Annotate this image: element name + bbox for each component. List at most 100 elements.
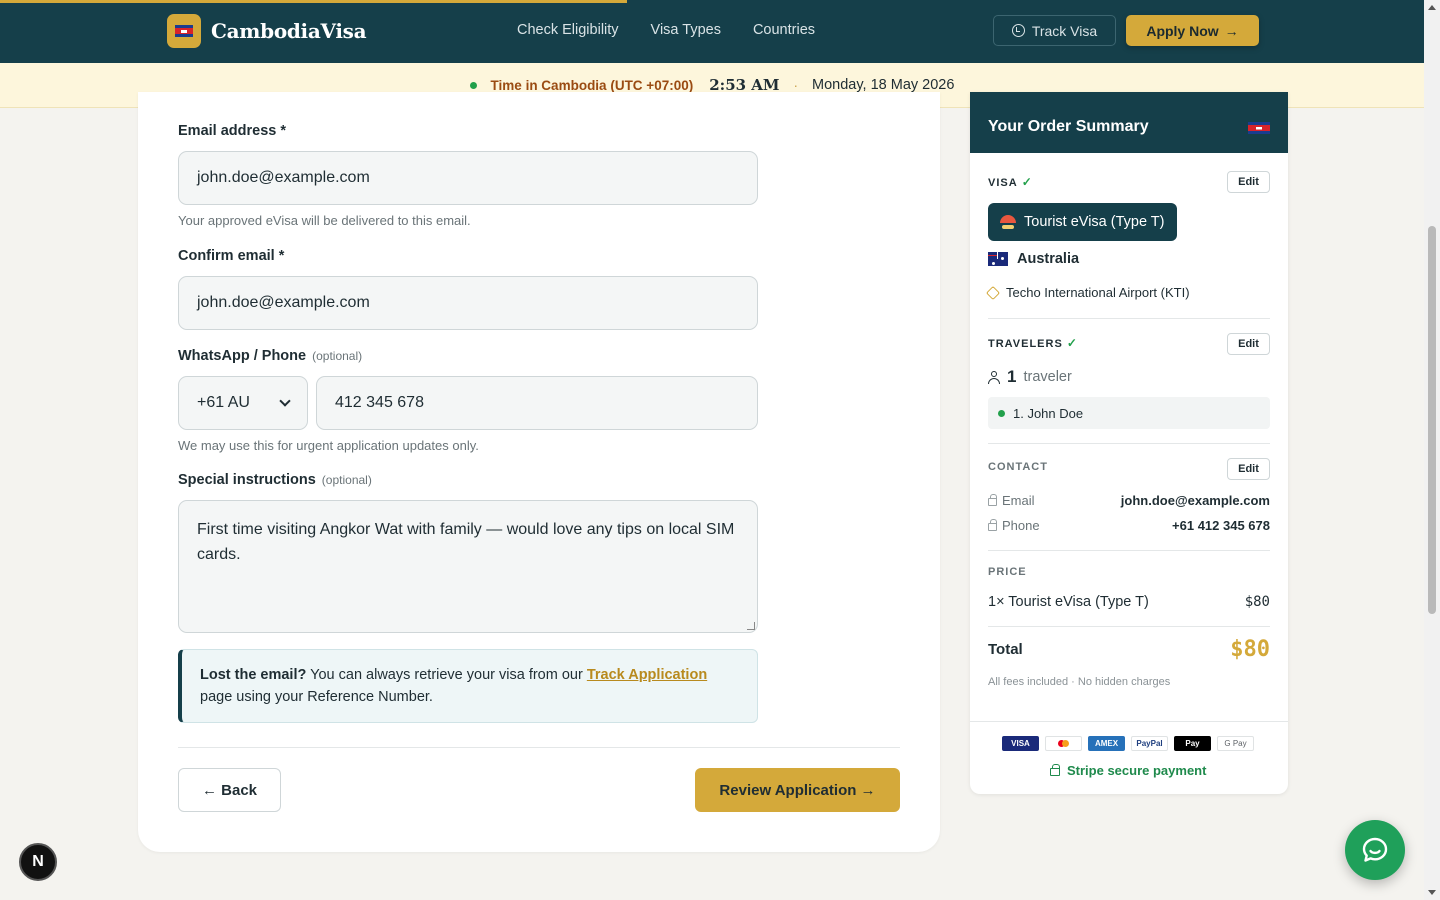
scroll-up-icon[interactable] [1428, 5, 1436, 10]
chat-bubble-icon [1362, 837, 1388, 862]
section-divider [988, 318, 1270, 319]
scrollbar-thumb[interactable] [1428, 226, 1436, 614]
top-header: CambodiaVisa Check Eligibility Visa Type… [0, 0, 1424, 63]
contact-phone-key: Phone [1002, 518, 1040, 533]
edit-travelers-label: Edit [1238, 338, 1259, 350]
contact-email-key: Email [1002, 493, 1035, 508]
instructions-label: Special instructions (optional) [178, 472, 372, 488]
price-section-label: PRICE [988, 566, 1027, 578]
nav-visa-types[interactable]: Visa Types [651, 22, 721, 38]
brand-name: CambodiaVisa [211, 19, 367, 43]
chevron-down-icon [279, 395, 291, 407]
instructions-label-text: Special instructions [178, 472, 316, 488]
list-item: 1. John Doe [988, 397, 1270, 429]
form-divider [178, 747, 900, 748]
back-button[interactable]: ← Back [178, 768, 281, 812]
phone-label: WhatsApp / Phone (optional) [178, 348, 362, 364]
visa-type-label: Tourist eVisa (Type T) [1024, 214, 1165, 230]
timezone-label: Time in Cambodia (UTC +07:00) [490, 77, 694, 93]
brand-logo-link[interactable]: CambodiaVisa [167, 14, 367, 48]
phone-optional-tag: (optional) [312, 349, 363, 363]
edit-travelers-button[interactable]: Edit [1227, 333, 1270, 355]
page-scrollbar[interactable] [1424, 0, 1440, 900]
secure-payment-text: Stripe secure payment [1067, 763, 1207, 778]
secure-payment-label: Stripe secure payment [1050, 763, 1206, 778]
separator-dot: · [793, 77, 799, 93]
review-application-button[interactable]: Review Application → [695, 768, 900, 812]
lock-icon [988, 494, 997, 506]
cambodia-flag-icon [167, 14, 201, 48]
phone-hint: We may use this for urgent application u… [178, 438, 479, 453]
notice-heading: Lost the email? [200, 667, 307, 683]
contact-phone-value: +61 412 345 678 [1172, 518, 1270, 533]
page-progress-bar [0, 0, 627, 3]
person-icon [988, 371, 1000, 384]
apple-pay-icon: Pay [1174, 736, 1211, 751]
phone-field-value: 412 345 678 [335, 394, 424, 411]
main-nav: Check Eligibility Visa Types Countries [517, 22, 815, 38]
paypal-icon: PayPal [1131, 736, 1168, 751]
resize-handle[interactable] [747, 622, 755, 630]
lock-icon [1050, 764, 1060, 776]
clock-icon [1011, 24, 1025, 37]
special-instructions-textarea[interactable]: First time visiting Angkor Wat with fami… [178, 500, 758, 633]
total-row: Total $80 [988, 637, 1270, 662]
email-hint: Your approved eVisa will be delivered to… [178, 213, 471, 228]
fees-note: All fees included · No hidden charges [988, 676, 1171, 688]
email-label: Email address * [178, 123, 286, 139]
chat-launcher-button[interactable] [1345, 820, 1405, 880]
track-application-link[interactable]: Track Application [587, 667, 707, 683]
live-status-dot [469, 81, 477, 89]
contact-email-value: john.doe@example.com [1120, 493, 1270, 508]
total-value: $80 [1230, 637, 1270, 662]
notice-tail: page using your Reference Number. [200, 689, 433, 705]
edit-visa-label: Edit [1238, 176, 1259, 188]
total-label: Total [988, 641, 1023, 658]
traveler-name: 1. John Doe [1013, 405, 1084, 421]
cambodia-flag-icon [1248, 122, 1270, 134]
back-label: ← Back [201, 781, 258, 799]
confirm-email-label: Confirm email * [178, 248, 285, 264]
notice-text: You can always retrieve your visa from o… [310, 667, 583, 683]
lost-email-notice: Lost the email? You can always retrieve … [178, 649, 758, 723]
section-divider [988, 550, 1270, 551]
entry-port-label: Techo International Airport (KTI) [1006, 285, 1190, 300]
payment-logos: VISA AMEX PayPal Pay G Pay [1002, 736, 1254, 751]
email-field[interactable]: john.doe@example.com [178, 151, 758, 205]
nationality-label: Australia [1017, 251, 1080, 267]
dev-tools-badge[interactable]: N [19, 843, 57, 881]
mastercard-icon [1045, 736, 1082, 751]
scroll-down-icon[interactable] [1428, 890, 1436, 895]
amex-card-icon: AMEX [1088, 736, 1125, 751]
beach-umbrella-icon [1000, 214, 1016, 230]
country-code-value: +61 AU [197, 394, 250, 411]
confirm-email-field[interactable]: john.doe@example.com [178, 276, 758, 330]
nav-check-eligibility[interactable]: Check Eligibility [517, 22, 619, 38]
instructions-value: First time visiting Angkor Wat with fami… [197, 521, 735, 563]
track-visa-button[interactable]: Track Visa [993, 15, 1116, 46]
contact-email-row: Email john.doe@example.com [988, 493, 1270, 508]
track-visa-label: Track Visa [1031, 22, 1098, 39]
edit-contact-label: Edit [1238, 463, 1259, 475]
visa-section-text: VISA [988, 177, 1018, 189]
arrow-right-icon: → [1224, 22, 1239, 39]
traveler-count-word: traveler [1023, 369, 1072, 385]
travelers-section-label: TRAVELERS ✓ [988, 336, 1078, 350]
visa-type-pill: Tourist eVisa (Type T) [988, 203, 1177, 241]
check-icon: ✓ [1066, 336, 1078, 350]
check-icon: ✓ [1021, 175, 1033, 189]
traveler-count-number: 1 [1007, 367, 1017, 386]
phone-field[interactable]: 412 345 678 [316, 376, 758, 430]
order-summary-header: Your Order Summary [970, 92, 1288, 153]
traveler-status-dot [998, 409, 1005, 417]
price-item-label: 1× Tourist eVisa (Type T) [988, 594, 1149, 610]
current-date: Monday, 18 May 2026 [812, 77, 955, 93]
edit-contact-button[interactable]: Edit [1227, 458, 1270, 480]
country-code-select[interactable]: +61 AU [178, 376, 308, 430]
nav-countries[interactable]: Countries [753, 22, 815, 38]
edit-visa-button[interactable]: Edit [1227, 171, 1270, 193]
order-summary-title: Your Order Summary [988, 118, 1149, 135]
confirm-email-value: john.doe@example.com [197, 294, 370, 311]
apply-now-button[interactable]: Apply Now → [1126, 15, 1259, 46]
visa-section-label: VISA ✓ [988, 175, 1033, 189]
